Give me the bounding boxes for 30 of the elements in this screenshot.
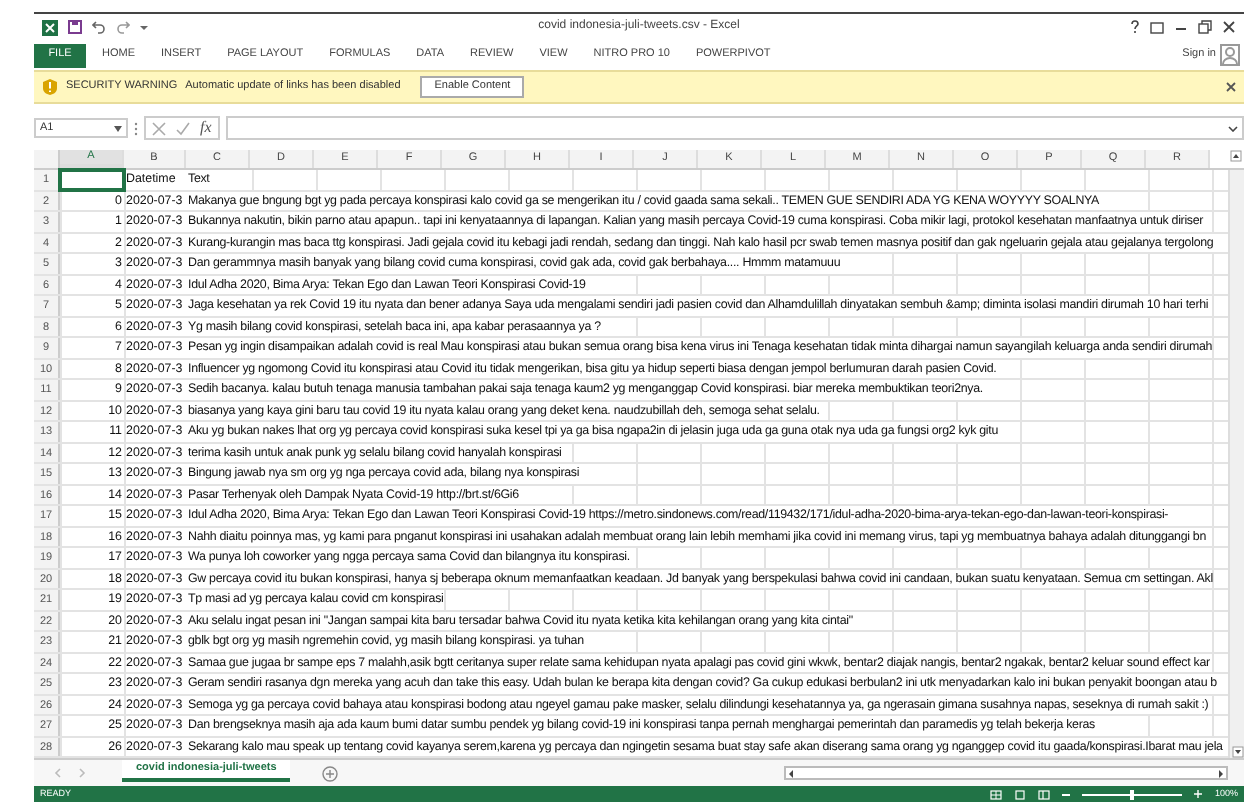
save-icon[interactable] [68, 20, 82, 34]
insert-function-button[interactable]: fx [200, 116, 212, 140]
user-avatar-icon[interactable] [1220, 44, 1240, 66]
redo-icon[interactable] [116, 20, 130, 34]
close-icon[interactable] [1222, 20, 1236, 34]
horizontal-scrollbar[interactable] [784, 766, 1228, 780]
formula-input-field[interactable] [225, 116, 1244, 140]
ribbon-display-icon[interactable] [1150, 21, 1164, 33]
check-icon[interactable] [176, 121, 190, 135]
table-cell[interactable] [60, 170, 124, 189]
add-sheet-icon[interactable] [322, 765, 339, 781]
scroll-left-icon[interactable] [788, 769, 794, 777]
excel-logo-icon [42, 19, 58, 35]
page-layout-icon[interactable] [1014, 789, 1027, 799]
caret-icon[interactable] [114, 125, 122, 131]
vertical-scrollbar[interactable] [1228, 170, 1244, 758]
normal-view-icon[interactable] [990, 789, 1003, 799]
scroll-up-icon[interactable] [1230, 150, 1242, 162]
zoom-slider-thumb[interactable] [1130, 789, 1135, 799]
page-break-icon[interactable] [1038, 789, 1051, 799]
help-icon[interactable] [1130, 20, 1140, 34]
undo-icon[interactable] [92, 20, 106, 34]
scroll-right-icon[interactable] [1218, 769, 1224, 777]
zoom-in-icon[interactable] [1194, 790, 1203, 798]
close-icon[interactable] [1226, 82, 1236, 92]
caret-icon[interactable] [140, 23, 148, 31]
warning-icon [42, 78, 58, 96]
restore-icon[interactable] [1198, 20, 1212, 34]
scroll-down-icon[interactable] [1231, 746, 1243, 758]
expand-icon[interactable] [1228, 125, 1238, 131]
